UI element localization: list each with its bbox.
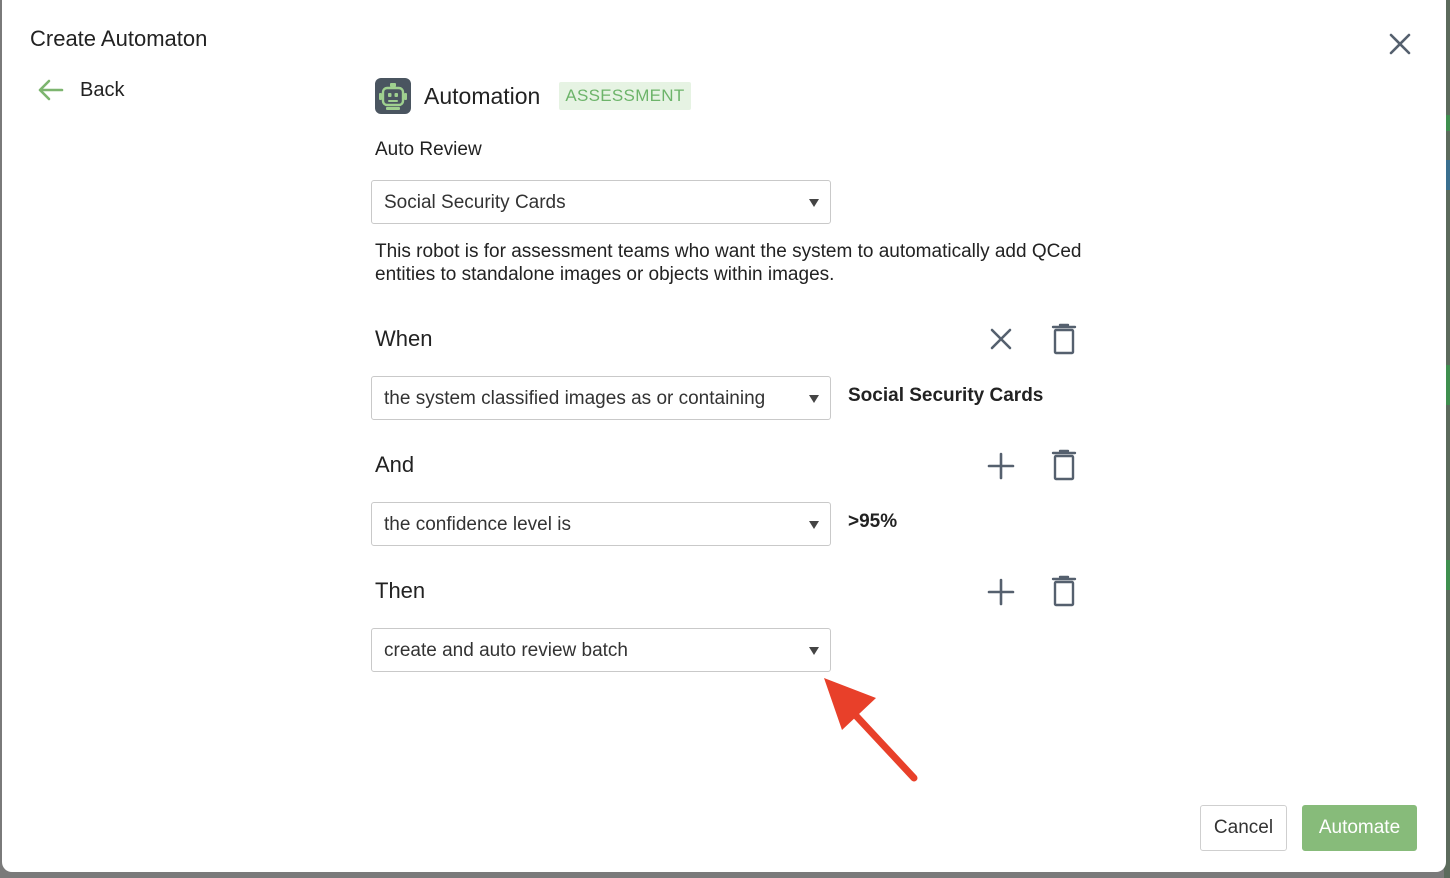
robot-description: This robot is for assessment teams who w… (375, 241, 1082, 285)
then-action-value: create and auto review batch (384, 640, 628, 661)
create-automaton-dialog: Create Automaton Back Automation ASSESSM… (2, 0, 1446, 872)
add-action-plus-icon[interactable] (987, 578, 1015, 606)
caret-down-icon (809, 199, 819, 207)
when-condition-value: the system classified images as or conta… (384, 388, 766, 409)
when-value: Social Security Cards (848, 385, 1044, 406)
delete-action-trash-icon[interactable] (1050, 575, 1078, 607)
automation-header: Automation ASSESSMENT (375, 78, 691, 114)
delete-condition-trash-icon[interactable] (1050, 449, 1078, 481)
auto-review-value: Social Security Cards (384, 192, 566, 213)
remove-condition-x-icon[interactable] (988, 326, 1014, 352)
caret-down-icon (809, 647, 819, 655)
and-condition-value: the confidence level is (384, 514, 571, 535)
caret-down-icon (809, 395, 819, 403)
caret-down-icon (809, 521, 819, 529)
add-condition-plus-icon[interactable] (987, 452, 1015, 480)
auto-review-label: Auto Review (375, 139, 482, 160)
dialog-title: Create Automaton (30, 26, 208, 51)
automate-button[interactable]: Automate (1302, 805, 1417, 851)
arrow-left-icon (38, 79, 64, 101)
when-condition-select[interactable]: the system classified images as or conta… (371, 376, 831, 420)
then-action-select[interactable]: create and auto review batch (371, 628, 831, 672)
and-label: And (375, 452, 415, 477)
close-icon[interactable] (1386, 30, 1414, 58)
then-label: Then (375, 578, 426, 603)
confidence-value: >95% (848, 511, 898, 532)
auto-review-select[interactable]: Social Security Cards (371, 180, 831, 224)
assessment-badge: ASSESSMENT (559, 82, 691, 110)
cancel-button[interactable]: Cancel (1200, 805, 1287, 851)
robot-icon (375, 78, 411, 114)
automation-title: Automation (424, 82, 541, 109)
when-label: When (375, 326, 433, 351)
delete-condition-trash-icon[interactable] (1050, 323, 1078, 355)
and-condition-select[interactable]: the confidence level is (371, 502, 831, 546)
back-button[interactable]: Back (36, 78, 124, 102)
back-label: Back (80, 78, 125, 101)
